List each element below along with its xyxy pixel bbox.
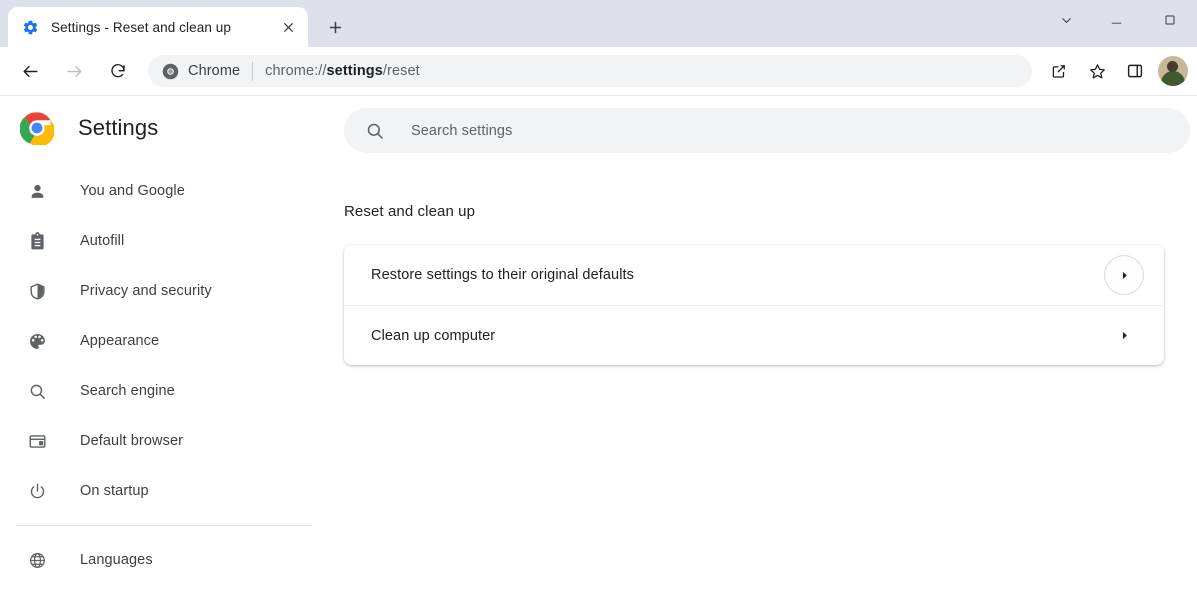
url-prefix: chrome:// xyxy=(265,63,327,79)
chevron-right-icon[interactable] xyxy=(1104,316,1144,356)
sidebar-item-autofill[interactable]: Autofill xyxy=(0,216,342,266)
sidebar-item-label: Appearance xyxy=(80,333,160,349)
search-icon xyxy=(365,121,385,141)
sidebar-item-on-startup[interactable]: On startup xyxy=(0,466,342,516)
chrome-logo-icon xyxy=(20,111,54,145)
sidebar-item-label: On startup xyxy=(80,483,149,499)
search-input[interactable]: Search settings xyxy=(411,123,512,139)
tab-title: Settings - Reset and clean up xyxy=(51,19,232,35)
sidebar-item-label: Search engine xyxy=(80,383,175,399)
new-tab-button[interactable] xyxy=(318,10,352,44)
row-clean-up-computer[interactable]: Clean up computer xyxy=(344,305,1164,365)
forward-button[interactable] xyxy=(57,54,91,88)
settings-main: Search settings Reset and clean up Resto… xyxy=(342,96,1197,599)
omnibox-chip: Chrome xyxy=(162,63,240,80)
reload-button[interactable] xyxy=(101,54,135,88)
settings-page: Settings You and Google Autofill Privacy… xyxy=(0,96,1197,599)
minimize-button[interactable] xyxy=(1089,0,1143,40)
url-highlight: settings xyxy=(326,63,383,79)
tab-search-button[interactable] xyxy=(1043,0,1089,40)
side-panel-icon[interactable] xyxy=(1119,55,1151,87)
row-label: Restore settings to their original defau… xyxy=(371,267,635,283)
row-label: Clean up computer xyxy=(371,327,496,344)
sidebar-item-label: Default browser xyxy=(80,433,184,449)
chevron-right-icon[interactable] xyxy=(1104,255,1144,295)
sidebar-item-appearance[interactable]: Appearance xyxy=(0,316,342,366)
person-icon xyxy=(27,181,47,201)
sidebar-item-default-browser[interactable]: Default browser xyxy=(0,416,342,466)
row-restore-settings[interactable]: Restore settings to their original defau… xyxy=(344,245,1164,305)
power-icon xyxy=(27,481,47,501)
omnibox-chip-label: Chrome xyxy=(188,63,241,79)
share-icon[interactable] xyxy=(1043,55,1075,87)
avatar-body xyxy=(1161,71,1185,86)
search-icon xyxy=(27,381,47,401)
window-controls xyxy=(1043,0,1197,40)
browser-window-icon xyxy=(27,431,47,451)
sidebar-item-privacy-and-security[interactable]: Privacy and security xyxy=(0,266,342,316)
settings-nav-list: You and Google Autofill Privacy and secu… xyxy=(0,166,342,585)
browser-toolbar: Chrome chrome://settings/reset xyxy=(0,47,1197,96)
browser-tab[interactable]: Settings - Reset and clean up xyxy=(8,7,308,47)
close-icon[interactable] xyxy=(276,15,300,39)
clipboard-icon xyxy=(27,231,47,251)
settings-brand: Settings xyxy=(0,96,342,160)
sidebar-item-languages[interactable]: Languages xyxy=(0,535,342,585)
avatar-head xyxy=(1167,61,1178,72)
bookmark-star-icon[interactable] xyxy=(1081,55,1113,87)
sidebar-item-label: Autofill xyxy=(80,233,125,249)
omnibox-url: chrome://settings/reset xyxy=(265,63,420,79)
page-title: Settings xyxy=(78,115,159,140)
section-heading: Reset and clean up xyxy=(344,203,476,220)
maximize-button[interactable] xyxy=(1143,0,1197,40)
shield-icon xyxy=(27,281,47,301)
sidebar-item-search-engine[interactable]: Search engine xyxy=(0,366,342,416)
sidebar-item-label: You and Google xyxy=(80,183,185,199)
search-settings-bar[interactable]: Search settings xyxy=(344,108,1190,153)
sidebar-item-label: Languages xyxy=(80,552,153,568)
tab-strip: Settings - Reset and clean up xyxy=(0,0,1197,47)
sidebar-item-you-and-google[interactable]: You and Google xyxy=(0,166,342,216)
reset-and-clean-up-card: Restore settings to their original defau… xyxy=(344,245,1164,365)
chrome-logo-icon xyxy=(162,63,179,80)
sidebar-item-label: Privacy and security xyxy=(80,283,212,299)
settings-sidebar: Settings You and Google Autofill Privacy… xyxy=(0,96,342,599)
back-button[interactable] xyxy=(13,54,47,88)
sidebar-divider xyxy=(16,525,312,526)
url-suffix: /reset xyxy=(382,63,420,79)
globe-icon xyxy=(27,550,47,570)
avatar[interactable] xyxy=(1158,56,1188,86)
settings-gear-icon xyxy=(22,19,39,36)
omnibox-separator xyxy=(252,61,254,81)
palette-icon xyxy=(27,331,47,351)
address-bar[interactable]: Chrome chrome://settings/reset xyxy=(148,55,1032,87)
